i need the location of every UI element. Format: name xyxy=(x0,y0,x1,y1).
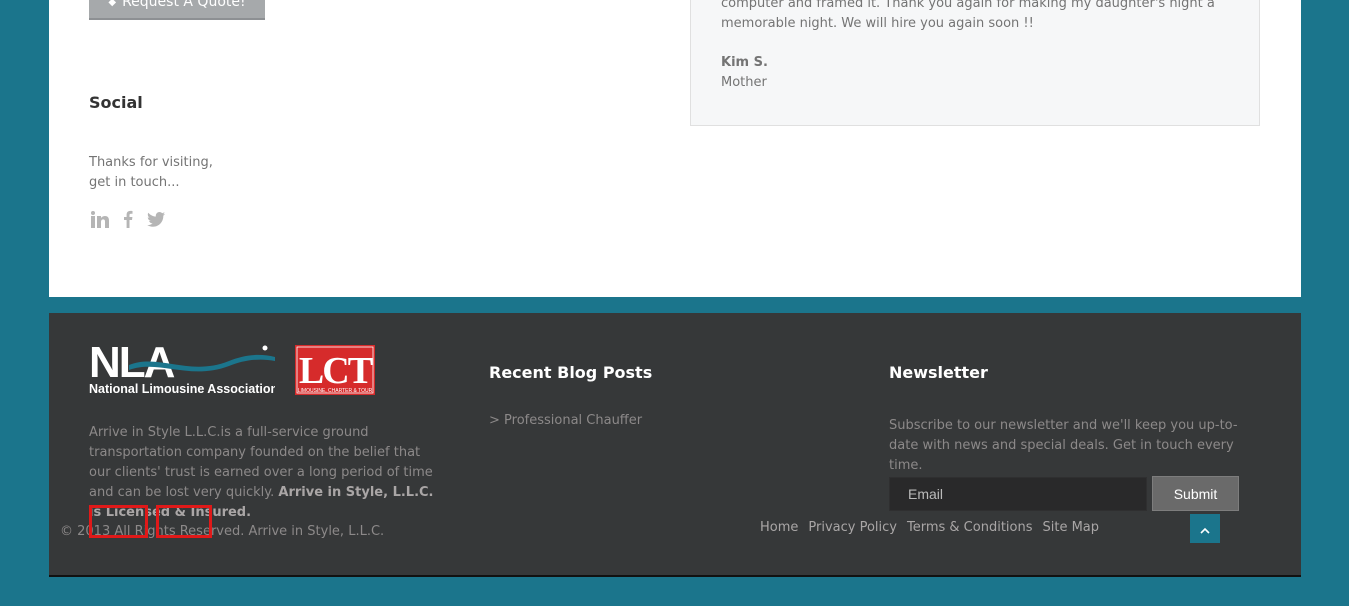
footer: NLA National Limousine Association LCT L… xyxy=(49,313,1301,577)
request-quote-label: Request A Quote! xyxy=(122,0,246,10)
back-to-top-button[interactable] xyxy=(1190,514,1220,543)
submit-button[interactable]: Submit xyxy=(1152,476,1239,511)
social-heading: Social xyxy=(89,93,143,112)
caret-icon: ◆ xyxy=(108,0,117,8)
testimonial-role: Mother xyxy=(721,75,767,90)
social-text: Thanks for visiting, get in touch... xyxy=(89,153,213,193)
blog-heading: Recent Blog Posts xyxy=(489,363,653,382)
testimonial-text: computer and framed it. Thank you again … xyxy=(721,0,1215,31)
highlight-box xyxy=(89,505,148,538)
footer-nav-home[interactable]: Home xyxy=(760,520,798,535)
lct-logo: LCT LIMOUSINE, CHARTER & TOUR xyxy=(295,345,375,395)
social-text-line2: get in touch... xyxy=(89,175,180,190)
chevron-up-icon xyxy=(1200,519,1210,538)
nla-logo-name: National Limousine Association xyxy=(89,382,275,395)
facebook-icon[interactable] xyxy=(123,210,133,228)
footer-nav: Home Privacy Policy Terms & Conditions S… xyxy=(760,520,1099,535)
footer-logos: NLA National Limousine Association LCT L… xyxy=(89,338,375,396)
blog-post-link[interactable]: > Professional Chauffer xyxy=(489,413,642,428)
email-input[interactable] xyxy=(889,477,1147,511)
main-content: ◆ Request A Quote! Social Thanks for vis… xyxy=(49,0,1301,297)
footer-nav-privacy-policy[interactable]: Privacy Policy xyxy=(808,520,897,535)
twitter-icon[interactable] xyxy=(147,211,165,227)
page: ◆ Request A Quote! Social Thanks for vis… xyxy=(0,0,1349,606)
lct-logo-subtitle: LIMOUSINE, CHARTER & TOUR xyxy=(298,388,373,394)
testimonial-author: Kim S. xyxy=(721,55,768,70)
highlight-box xyxy=(156,505,212,538)
testimonial-card: computer and framed it. Thank you again … xyxy=(690,0,1260,126)
lct-logo-letters: LCT xyxy=(299,350,373,392)
request-quote-button[interactable]: ◆ Request A Quote! xyxy=(89,0,265,20)
newsletter-heading: Newsletter xyxy=(889,363,988,382)
footer-nav-site-map[interactable]: Site Map xyxy=(1043,520,1100,535)
footer-nav-terms[interactable]: Terms & Conditions xyxy=(907,520,1033,535)
linkedin-icon[interactable] xyxy=(91,210,109,228)
newsletter-text: Subscribe to our newsletter and we'll ke… xyxy=(889,418,1238,473)
social-text-line1: Thanks for visiting, xyxy=(89,155,213,170)
nla-logo: NLA National Limousine Association xyxy=(89,338,278,396)
social-icons xyxy=(91,210,165,228)
